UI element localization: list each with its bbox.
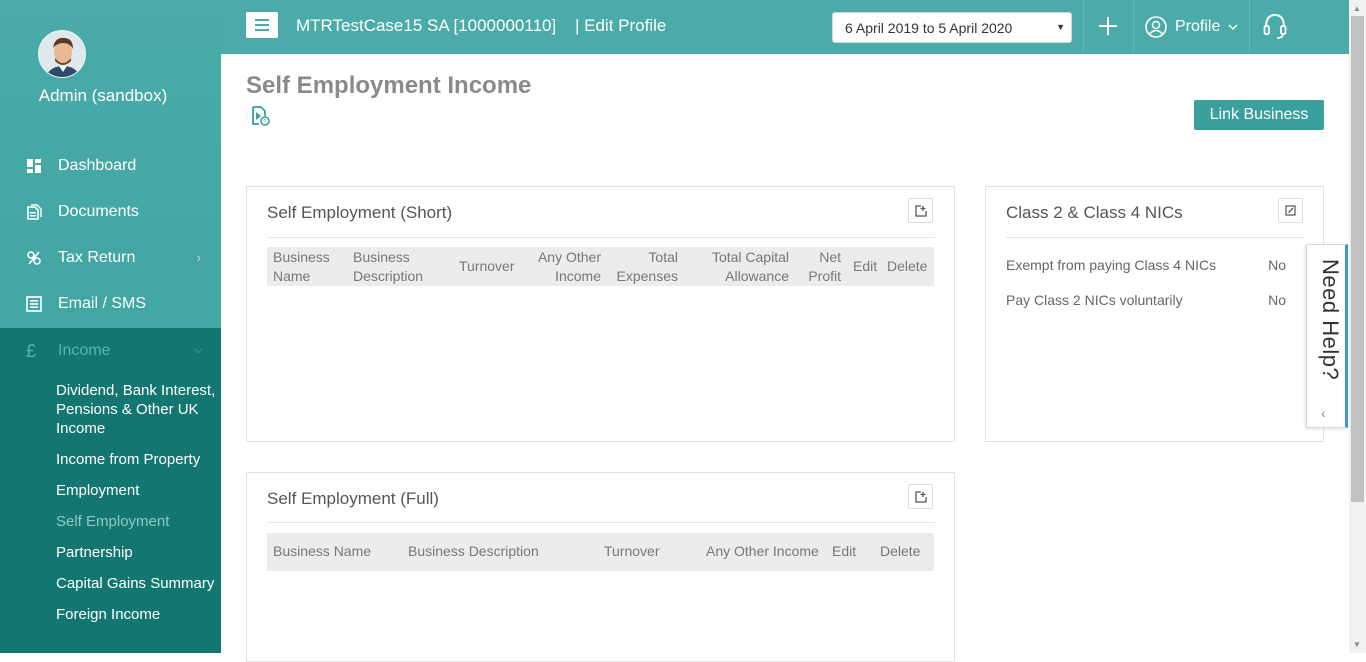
column-header[interactable]: Delete bbox=[887, 257, 932, 276]
column-header[interactable]: Net Profit bbox=[801, 248, 841, 286]
dropdown-caret-icon: ▼ bbox=[1056, 22, 1065, 32]
nic-label: Exempt from paying Class 4 NICs bbox=[1006, 257, 1217, 273]
top-bar: MTRTestCase15 SA [1000000110] | Edit Pro… bbox=[221, 0, 1349, 54]
submenu-item-capital-gains[interactable]: Capital Gains Summary bbox=[56, 574, 218, 593]
divider bbox=[267, 237, 935, 238]
panel-title: Self Employment (Short) bbox=[267, 203, 453, 222]
scrollbar-thumb[interactable] bbox=[1351, 16, 1364, 502]
need-help-label: Need Help? bbox=[1318, 259, 1343, 381]
divider bbox=[1083, 0, 1084, 54]
short-table-header: Business Name Business Description Turno… bbox=[267, 247, 934, 286]
hamburger-icon bbox=[255, 19, 269, 31]
plus-icon bbox=[1099, 17, 1117, 35]
column-header[interactable]: Business Name bbox=[273, 542, 371, 561]
sidebar-item-label: Documents bbox=[58, 203, 139, 220]
class-2-class-4-nics-panel: Class 2 & Class 4 NICs Exempt from payin… bbox=[985, 186, 1324, 442]
tax-period-select[interactable]: 6 April 2019 to 5 April 2020 ▼ bbox=[832, 12, 1072, 43]
column-header[interactable]: Turnover bbox=[459, 257, 517, 276]
profile-menu-button[interactable]: Profile bbox=[1145, 13, 1238, 41]
tax-period-value: 6 April 2019 to 5 April 2020 bbox=[845, 19, 1013, 36]
submenu-item-self-employment[interactable]: Self Employment bbox=[56, 512, 218, 531]
chevron-down-icon bbox=[1228, 24, 1238, 30]
column-header[interactable]: Business Name bbox=[273, 248, 343, 286]
column-header[interactable]: Any Other Income bbox=[525, 248, 601, 286]
column-header[interactable]: Any Other Income bbox=[706, 542, 819, 561]
sidebar-item-email-sms[interactable]: Email / SMS bbox=[0, 281, 221, 327]
tax-return-icon bbox=[26, 250, 42, 266]
need-help-tab[interactable]: Need Help? ‹ bbox=[1306, 244, 1348, 428]
add-document-icon bbox=[914, 490, 927, 503]
submenu-item-partnership[interactable]: Partnership bbox=[56, 543, 218, 562]
edit-nics-button[interactable] bbox=[1278, 198, 1303, 223]
avatar[interactable] bbox=[38, 30, 86, 78]
chevron-right-icon: › bbox=[196, 250, 201, 265]
column-header[interactable]: Delete bbox=[880, 542, 920, 561]
user-name: Admin (sandbox) bbox=[38, 86, 168, 105]
income-submenu: £ Income ⌵ Dividend, Bank Interest, Pens… bbox=[0, 328, 221, 653]
panel-title: Self Employment (Full) bbox=[267, 489, 439, 508]
column-header[interactable]: Total Expenses bbox=[613, 248, 678, 286]
column-header[interactable]: Turnover bbox=[604, 542, 660, 561]
sidebar-item-income[interactable]: £ Income ⌵ bbox=[0, 328, 221, 374]
headset-icon bbox=[1263, 13, 1287, 39]
self-employment-short-panel: Self Employment (Short) Business Name Bu… bbox=[246, 186, 955, 442]
sidebar-item-label: Dashboard bbox=[58, 157, 137, 174]
add-button[interactable] bbox=[1094, 10, 1122, 42]
nic-label: Pay Class 2 NICs voluntarily bbox=[1006, 292, 1183, 308]
sidebar-item-tax-return[interactable]: Tax Return › bbox=[0, 235, 221, 281]
submenu-item-dividend[interactable]: Dividend, Bank Interest, Pensions & Othe… bbox=[56, 381, 218, 438]
submenu-item-property[interactable]: Income from Property bbox=[56, 450, 218, 469]
sidebar-item-label: Income bbox=[58, 342, 111, 359]
divider bbox=[267, 522, 935, 523]
scroll-down-icon[interactable]: ▼ bbox=[1353, 640, 1361, 649]
edit-profile-link[interactable]: | Edit Profile bbox=[575, 16, 666, 36]
add-document-icon bbox=[914, 204, 927, 217]
submenu-item-employment[interactable]: Employment bbox=[56, 481, 218, 500]
panel-title: Class 2 & Class 4 NICs bbox=[1006, 203, 1183, 222]
column-header[interactable]: Business Description bbox=[353, 248, 433, 286]
profile-label: Profile bbox=[1175, 18, 1221, 35]
nic-value: No bbox=[1268, 292, 1286, 308]
sidebar-item-dashboard[interactable]: Dashboard bbox=[0, 143, 221, 189]
chevron-left-icon: ‹ bbox=[1321, 405, 1326, 421]
add-short-entry-button[interactable] bbox=[908, 198, 933, 223]
dashboard-icon bbox=[26, 158, 42, 174]
sidebar-item-label: Tax Return bbox=[58, 249, 136, 266]
client-title: MTRTestCase15 SA [1000000110] bbox=[296, 16, 557, 35]
add-full-entry-button[interactable] bbox=[908, 484, 933, 509]
support-button[interactable] bbox=[1263, 12, 1287, 40]
column-header[interactable]: Business Description bbox=[408, 542, 539, 561]
full-table-header: Business Name Business Description Turno… bbox=[267, 533, 934, 571]
sidebar-item-documents[interactable]: Documents bbox=[0, 189, 221, 235]
column-header[interactable]: Edit bbox=[853, 257, 883, 276]
sidebar-item-label: Email / SMS bbox=[58, 295, 147, 312]
nic-row: Pay Class 2 NICs voluntarily No bbox=[1006, 292, 1286, 308]
page-scrollbar[interactable]: ▲ ▼ bbox=[1349, 0, 1366, 653]
help-document-icon[interactable]: ? bbox=[250, 106, 270, 126]
chevron-down-icon: ⌵ bbox=[193, 342, 203, 356]
divider bbox=[1249, 0, 1250, 54]
submenu-item-foreign-income[interactable]: Foreign Income bbox=[56, 605, 218, 624]
email-sms-icon bbox=[26, 296, 42, 312]
divider bbox=[1006, 237, 1304, 238]
column-header[interactable]: Edit bbox=[832, 542, 856, 561]
edit-icon bbox=[1285, 205, 1296, 216]
divider bbox=[1133, 0, 1134, 54]
hamburger-menu-button[interactable] bbox=[246, 12, 278, 38]
nic-value: No bbox=[1268, 257, 1286, 273]
sidebar: Admin (sandbox) Dashboard Documents Tax … bbox=[0, 0, 221, 653]
user-circle-icon bbox=[1145, 16, 1167, 38]
scroll-up-icon[interactable]: ▲ bbox=[1353, 4, 1361, 13]
column-header[interactable]: Total Capital Allowance bbox=[699, 248, 789, 286]
link-business-button[interactable]: Link Business bbox=[1194, 100, 1324, 130]
page-title: Self Employment Income bbox=[246, 72, 532, 99]
nic-row: Exempt from paying Class 4 NICs No bbox=[1006, 257, 1286, 273]
documents-icon bbox=[26, 204, 42, 220]
self-employment-full-panel: Self Employment (Full) Business Name Bus… bbox=[246, 472, 955, 662]
pound-icon: £ bbox=[26, 340, 37, 361]
